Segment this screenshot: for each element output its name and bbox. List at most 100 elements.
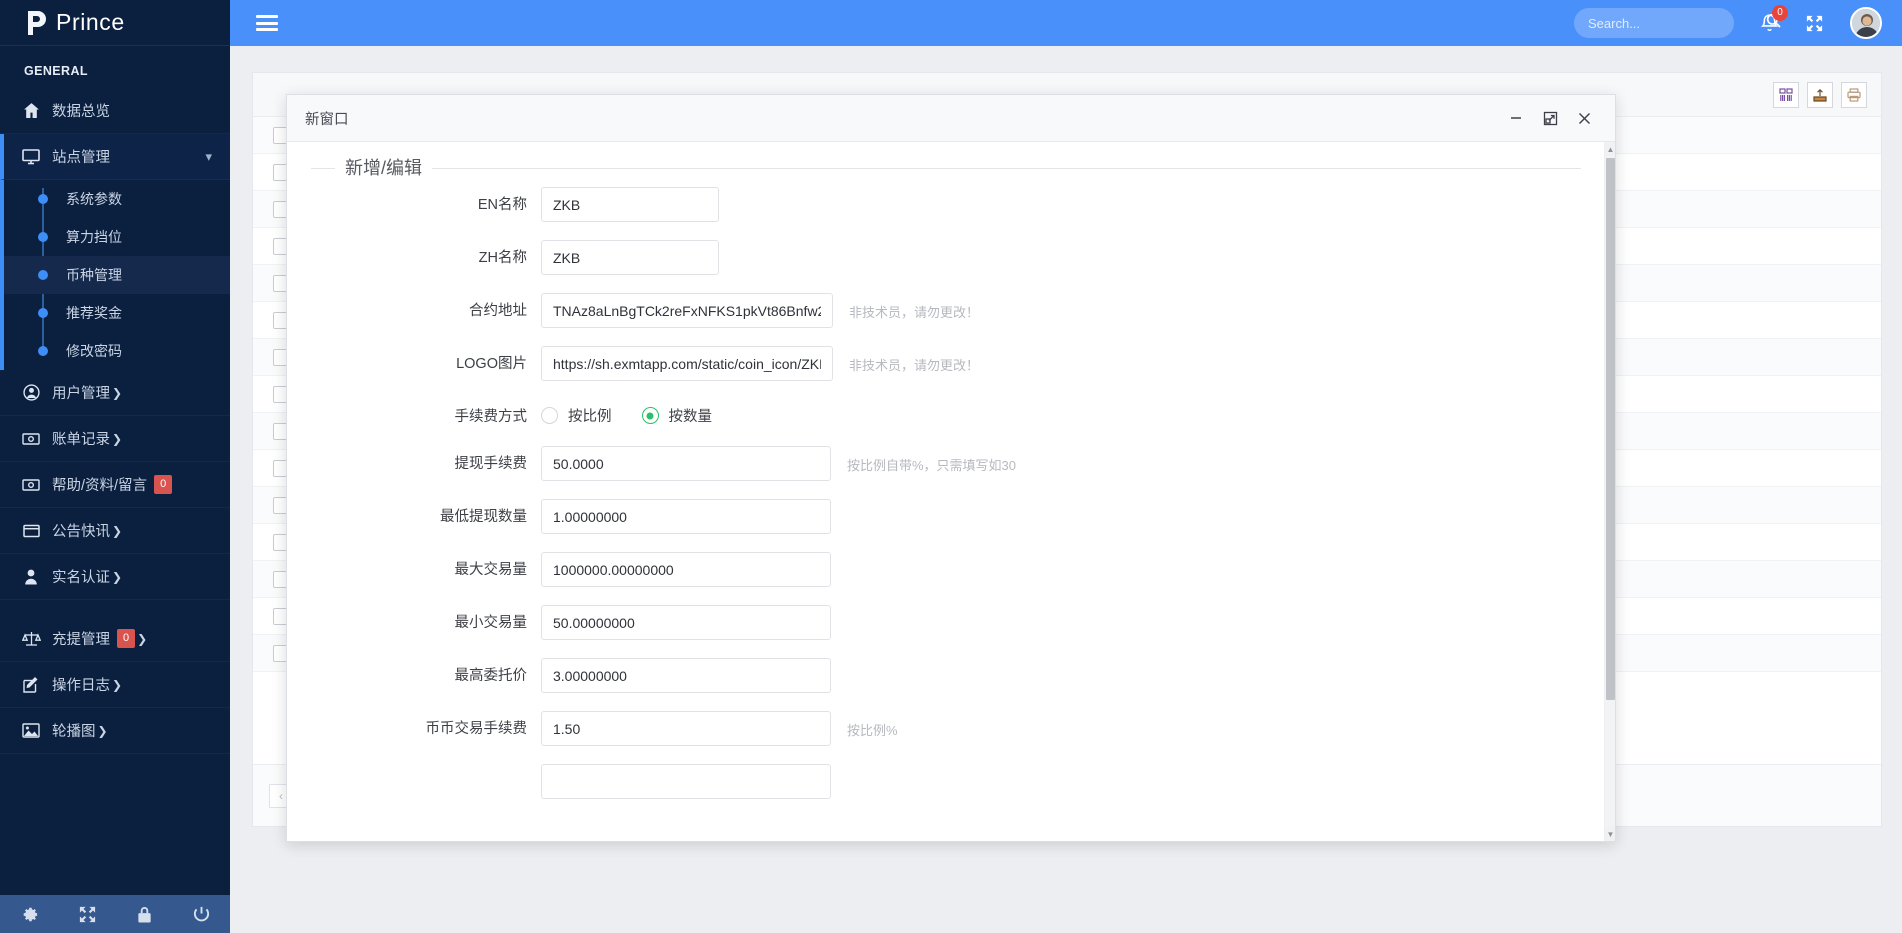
modal-window-controls xyxy=(1499,101,1601,135)
sidebar-item-overview[interactable]: 数据总览 xyxy=(0,88,230,134)
field-input[interactable] xyxy=(541,346,833,381)
scrollbar-thumb[interactable] xyxy=(1606,158,1615,700)
export-icon[interactable] xyxy=(1807,81,1833,108)
modal-body: 新增/编辑 EN名称ZH名称合约地址非技术员，请勿更改！LOGO图片非技术员，请… xyxy=(287,142,1615,841)
sidebar: Prince GENERAL 数据总览 站点管理 ▾ 系统参数 算力挡位 币种管… xyxy=(0,0,230,933)
search-input[interactable] xyxy=(1586,14,1766,32)
modal-scrollbar[interactable]: ▲ ▼ xyxy=(1604,142,1615,841)
sidebar-item-bill-records[interactable]: 账单记录 ❯ xyxy=(0,416,230,462)
monitor-icon xyxy=(18,148,44,165)
field-input[interactable] xyxy=(541,187,719,222)
sidebar-item-label: 公告快讯 xyxy=(52,524,110,540)
scales-icon xyxy=(18,630,44,647)
field-input[interactable] xyxy=(541,711,831,747)
print-icon[interactable] xyxy=(1841,81,1867,108)
form-field-row: LOGO图片 非技术员，请勿更改！ xyxy=(311,346,1581,381)
scroll-up-arrow-icon[interactable]: ▲ xyxy=(1605,142,1615,156)
user-circle-icon xyxy=(18,384,44,401)
chevron-down-icon: ▾ xyxy=(205,148,212,164)
gear-icon[interactable] xyxy=(20,905,39,924)
lock-icon[interactable] xyxy=(136,905,153,924)
columns-icon[interactable] xyxy=(1773,81,1799,108)
field-label: 最大交易量 xyxy=(454,562,528,579)
fullscreen-icon[interactable] xyxy=(1805,14,1824,33)
sidebar-item-label: 数据总览 xyxy=(52,104,110,120)
sidebar-item-user-management[interactable]: 用户管理 ❯ xyxy=(0,370,230,416)
form-field-row: 最大交易量 xyxy=(311,552,1581,588)
window-icon xyxy=(18,524,44,538)
field-input[interactable] xyxy=(541,764,831,800)
fee-mode-row: 手续费方式 按比例 按数量 xyxy=(311,399,1581,428)
sidebar-item-label: 账单记录 xyxy=(52,432,110,448)
field-input[interactable] xyxy=(541,605,831,641)
search-box[interactable] xyxy=(1574,8,1781,38)
field-input[interactable] xyxy=(541,446,831,482)
field-label: EN名称 xyxy=(477,197,527,213)
p-logo-icon xyxy=(24,9,50,37)
sidebar-item-announcements[interactable]: 公告快讯 ❯ xyxy=(0,508,230,554)
field-label xyxy=(311,764,541,772)
chevron-right-icon: ❯ xyxy=(112,431,123,446)
topbar-right-group: 0 xyxy=(1574,5,1902,39)
scroll-down-arrow-icon[interactable]: ▼ xyxy=(1605,827,1615,841)
sidebar-subitem-label: 修改密码 xyxy=(66,343,122,359)
avatar[interactable] xyxy=(1850,7,1882,39)
field-label: 最低提现数量 xyxy=(440,509,527,526)
chevron-right-icon: ❯ xyxy=(112,385,123,400)
radio-button[interactable] xyxy=(541,407,558,424)
radio-label: 按数量 xyxy=(668,409,713,425)
sidebar-item-operation-log[interactable]: 操作日志 ❯ xyxy=(0,662,230,708)
pencil-square-icon xyxy=(18,676,44,693)
field-label: 币币交易手续费 xyxy=(425,721,528,738)
sidebar-item-label: 充提管理 xyxy=(52,632,110,648)
sidebar-subitem-system-params[interactable]: 系统参数 xyxy=(4,180,230,218)
power-icon[interactable] xyxy=(192,905,211,924)
fee-mode-option-0[interactable]: 按比例 xyxy=(541,405,612,426)
minimize-icon[interactable] xyxy=(1499,101,1533,135)
sidebar-submenu-site-management: 系统参数 算力挡位 币种管理 推荐奖金 修改密码 xyxy=(0,180,230,370)
sidebar-subitem-change-password[interactable]: 修改密码 xyxy=(4,332,230,370)
maximize-icon[interactable] xyxy=(1533,101,1567,135)
field-hint: 非技术员，请勿更改！ xyxy=(849,305,980,320)
sidebar-subitem-label: 推荐奖金 xyxy=(66,305,122,321)
notification-badge: 0 xyxy=(1772,5,1788,21)
field-input[interactable] xyxy=(541,499,831,535)
chevron-right-icon: ❯ xyxy=(112,677,123,692)
sidebar-item-carousel[interactable]: 轮播图 ❯ xyxy=(0,708,230,754)
sidebar-subitem-label: 币种管理 xyxy=(66,267,122,283)
close-icon[interactable] xyxy=(1567,101,1601,135)
field-label: ZH名称 xyxy=(478,250,527,266)
topbar: 0 xyxy=(230,0,1902,46)
sidebar-item-deposit-withdraw[interactable]: 充提管理 0 ❯ xyxy=(0,616,230,662)
form-field-row: EN名称 xyxy=(311,187,1581,222)
hamburger-icon[interactable] xyxy=(256,15,278,31)
field-label: 提现手续费 xyxy=(454,456,528,473)
form-field-row: 最高委托价 xyxy=(311,658,1581,694)
brand-name: Prince xyxy=(56,9,125,35)
sidebar-item-label: 实名认证 xyxy=(52,570,110,586)
home-icon xyxy=(18,102,44,119)
expand-icon[interactable] xyxy=(78,905,97,924)
form-field-row: 币币交易手续费 按比例% xyxy=(311,711,1581,747)
field-label: 最小交易量 xyxy=(454,615,528,632)
notification-bell[interactable]: 0 xyxy=(1760,5,1788,33)
fee-mode-option-1[interactable]: 按数量 xyxy=(641,405,713,426)
brand-logo[interactable]: Prince xyxy=(0,0,230,46)
sidebar-item-help-data-messages[interactable]: 帮助/资料/留言 0 xyxy=(0,462,230,508)
sidebar-item-site-management[interactable]: 站点管理 ▾ xyxy=(0,134,230,180)
form-field-row: ZH名称 xyxy=(311,240,1581,275)
field-label: 最高委托价 xyxy=(454,668,528,685)
sidebar-item-real-name-auth[interactable]: 实名认证 ❯ xyxy=(0,554,230,600)
field-input[interactable] xyxy=(541,658,831,694)
sidebar-subitem-label: 系统参数 xyxy=(66,191,122,207)
sidebar-subitem-hashrate-tier[interactable]: 算力挡位 xyxy=(4,218,230,256)
field-hint: 按比例% xyxy=(847,723,898,739)
chevron-right-icon: ❯ xyxy=(112,569,123,584)
sidebar-subitem-referral-bonus[interactable]: 推荐奖金 xyxy=(4,294,230,332)
field-input[interactable] xyxy=(541,240,719,275)
radio-button[interactable] xyxy=(641,407,659,424)
field-input[interactable] xyxy=(541,293,833,328)
field-input[interactable] xyxy=(541,552,831,588)
sidebar-subitem-coin-management[interactable]: 币种管理 xyxy=(4,256,230,294)
image-icon xyxy=(18,723,44,738)
